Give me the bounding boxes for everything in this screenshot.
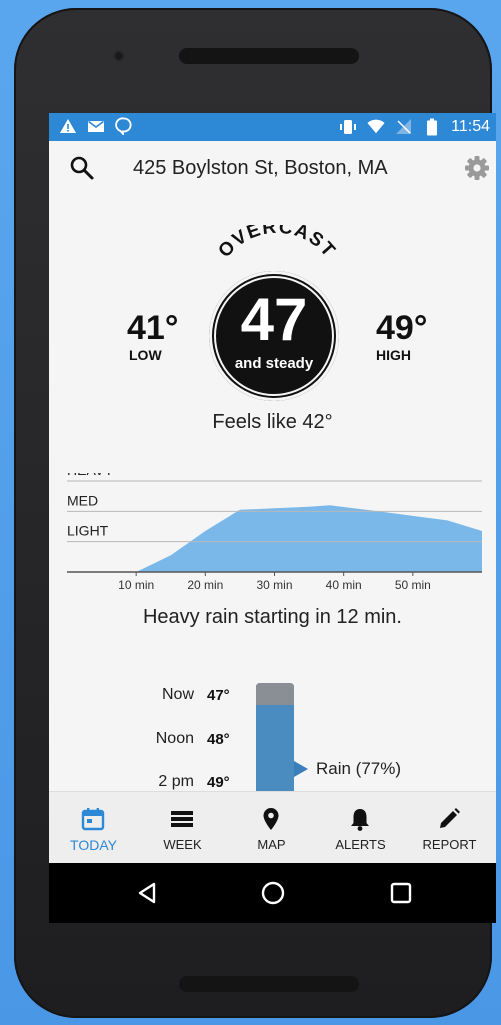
hour-label: Noon <box>155 730 194 747</box>
app-screen: 11:54 425 Boylston St, Boston, MA OVERCA… <box>49 113 496 923</box>
x-tick-label: 20 min <box>187 578 223 592</box>
map-pin-icon <box>258 806 284 832</box>
temperature-bar-top <box>256 683 294 705</box>
phone-frame: 11:54 425 Boylston St, Boston, MA OVERCA… <box>14 8 496 1018</box>
back-icon[interactable] <box>134 880 160 906</box>
no-signal-icon <box>395 118 413 136</box>
feels-like: Feels like 42° <box>212 411 333 433</box>
earpiece-speaker <box>179 48 359 64</box>
level-label: LIGHT <box>67 523 109 539</box>
x-tick-label: 30 min <box>256 578 292 592</box>
vibrate-icon <box>339 118 357 136</box>
svg-text:OVERCAST: OVERCAST <box>214 225 339 262</box>
x-tick-label: 40 min <box>326 578 362 592</box>
recents-icon[interactable] <box>388 880 414 906</box>
high-temperature: 49° <box>376 309 428 347</box>
nav-label: REPORT <box>422 837 477 852</box>
nav-label: TODAY <box>70 837 117 853</box>
nav-label: ALERTS <box>335 837 386 852</box>
condition-label: OVERCAST <box>214 225 339 262</box>
precipitation-chart: LIGHT MED HEAVY 10 min 20 min 30 min 40 min 50 … <box>67 473 482 592</box>
x-tick-label: 50 min <box>395 578 431 592</box>
hour-label: Now <box>161 686 194 703</box>
hourly-row: Noon 48° <box>139 730 239 756</box>
mail-icon <box>87 117 105 135</box>
current-temperature-dial: 47 and steady <box>209 271 339 401</box>
precipitation-area <box>67 505 482 572</box>
nav-alerts[interactable]: ALERTS <box>316 792 405 864</box>
nav-report[interactable]: REPORT <box>405 792 494 864</box>
pencil-icon <box>436 806 462 832</box>
level-label: HEAVY <box>67 473 114 478</box>
level-label: MED <box>67 492 98 508</box>
hangouts-icon <box>115 117 133 135</box>
nav-map[interactable]: MAP <box>227 792 316 864</box>
condition-text: OVERCAST <box>214 225 338 262</box>
hour-temp: 47° <box>207 687 230 704</box>
calendar-icon <box>80 806 106 832</box>
search-icon[interactable] <box>69 155 95 181</box>
wifi-icon <box>367 118 385 136</box>
temperature-trend: and steady <box>234 355 314 372</box>
hour-label: 2 pm <box>158 773 194 790</box>
hourly-row: Now 47° <box>139 686 239 712</box>
bell-icon <box>347 806 373 832</box>
status-bar: 11:54 <box>49 113 496 141</box>
precipitation-summary: Heavy rain starting in 12 min. <box>142 606 402 628</box>
hour-temp: 49° <box>207 774 230 791</box>
location-address[interactable]: 425 Boylston St, Boston, MA <box>133 157 388 180</box>
x-tick-label: 10 min <box>118 578 154 592</box>
rain-probability: Rain (77%) <box>316 759 402 778</box>
bottom-speaker <box>179 976 359 992</box>
clock: 11:54 <box>451 118 490 135</box>
battery-icon <box>423 118 441 136</box>
gear-icon[interactable] <box>463 154 491 182</box>
hour-temp: 48° <box>207 731 230 748</box>
front-camera <box>115 52 123 60</box>
rain-pointer <box>294 761 308 777</box>
high-label: HIGH <box>376 347 411 363</box>
location-header: 425 Boylston St, Boston, MA <box>49 141 496 199</box>
warning-icon <box>59 117 77 135</box>
nav-label: WEEK <box>163 837 202 852</box>
nav-today[interactable]: TODAY <box>49 792 138 864</box>
low-label: LOW <box>129 347 162 363</box>
nav-week[interactable]: WEEK <box>138 792 227 864</box>
current-temperature: 47 <box>240 286 308 353</box>
home-icon[interactable] <box>260 880 286 906</box>
nav-label: MAP <box>257 837 286 852</box>
bottom-navigation: TODAY WEEK MAP ALERTS REPORT <box>49 791 496 864</box>
low-temperature: 41° <box>127 309 179 347</box>
list-icon <box>169 806 195 832</box>
system-navigation-bar <box>49 863 496 923</box>
